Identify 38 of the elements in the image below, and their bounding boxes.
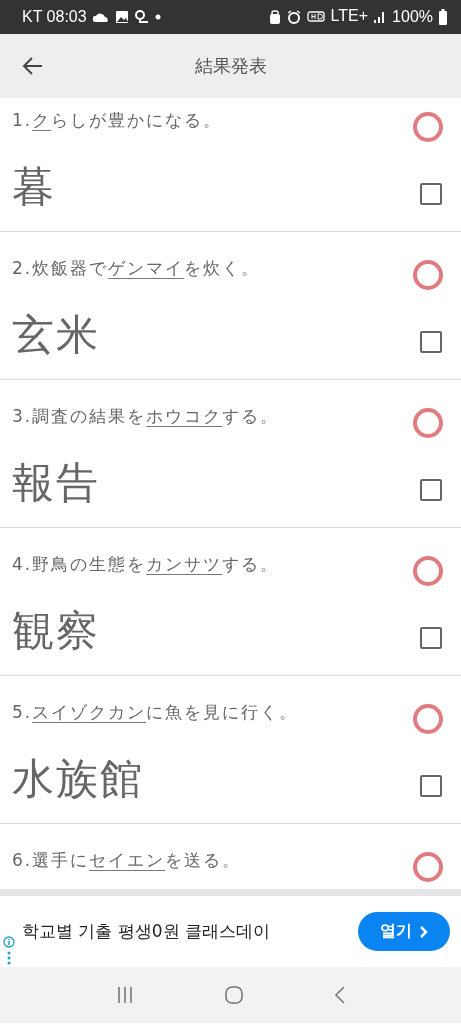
lock-icon (268, 10, 281, 24)
checkbox[interactable] (420, 775, 442, 797)
ad-text: 학교별 기출 평생0원 클래스데이 (22, 920, 272, 943)
signal-icon (374, 11, 387, 23)
back-arrow-icon[interactable] (22, 55, 44, 77)
question-text: 6.選手に セイエン を送る。 (12, 849, 242, 872)
home-icon[interactable] (224, 986, 243, 1004)
answer-text: 暮 (12, 161, 56, 213)
alarm-icon (286, 10, 301, 24)
checkbox[interactable] (420, 479, 442, 501)
hd-icon (306, 11, 325, 23)
checkbox[interactable] (420, 331, 442, 353)
question-text: 3.調査の結果を ホウコク する。 (12, 405, 280, 428)
checkbox[interactable] (420, 627, 442, 649)
answer-text: 水族館 (12, 753, 144, 805)
screen-title: 結果発表 (194, 55, 267, 76)
back-icon[interactable] (333, 986, 346, 1004)
network-type: LTE+ (330, 7, 369, 25)
open-button[interactable]: 열기 (358, 912, 450, 951)
battery-level: 100% (392, 8, 433, 26)
recent-apps-icon[interactable] (115, 986, 134, 1004)
answer-text: 玄米 (12, 309, 100, 361)
location-icon (134, 10, 149, 24)
chevron-icon (420, 925, 428, 938)
answer-text: 報告 (12, 457, 100, 509)
image-icon (114, 10, 129, 24)
status-time: KT 08:03 (22, 8, 87, 26)
info-icon[interactable] (3, 936, 15, 948)
question-text: 2.炊飯器でゲンマイ を炊く。 (12, 257, 261, 280)
answer-text: 観察 (12, 605, 100, 657)
question-text: 4.野鳥の生態を カンサツする。 (12, 553, 280, 576)
cloud-icon (92, 12, 109, 22)
battery-icon (439, 9, 447, 25)
checkbox[interactable] (420, 183, 442, 205)
more-icon[interactable] (7, 951, 11, 965)
question-text: 1.ク らしが豊かになる。 (12, 109, 223, 132)
dot-icon (154, 14, 161, 20)
question-text: 5.スイゾクカン に魚を見に行く。 (12, 701, 299, 724)
